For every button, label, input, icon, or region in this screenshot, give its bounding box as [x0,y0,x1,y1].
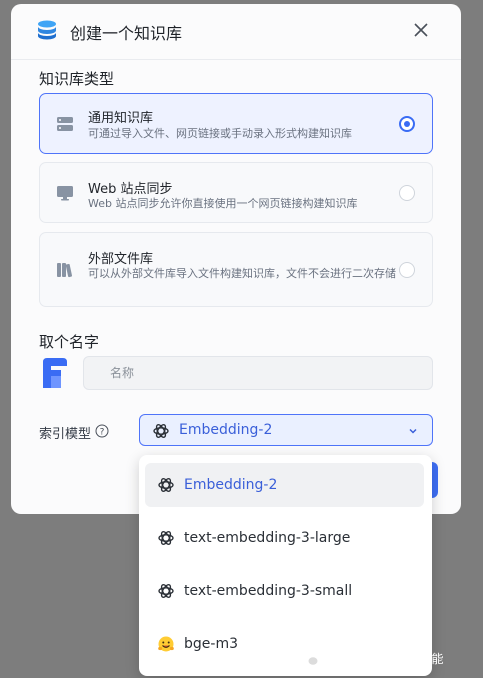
openai-icon [158,478,174,492]
header-divider [11,59,461,60]
model-option-text-embedding-3-small[interactable]: text-embedding-3-small [145,569,424,613]
kb-type-option-external-files[interactable]: 外部文件库 可以从外部文件库导入文件构建知识库，文件不会进行二次存储 [39,232,433,307]
model-option-label: text-embedding-3-small [184,583,353,599]
kb-type-name: Web 站点同步 [88,182,173,197]
close-icon[interactable] [413,22,429,38]
model-dropdown-menu: Embedding-2 text-embedding-3-large text-… [139,455,432,676]
create-knowledge-base-dialog: 创建一个知识库 知识库类型 通用知识库 可通过导入文件、网页链接或手动录入形式构… [11,4,461,514]
kb-type-option-general[interactable]: 通用知识库 可通过导入文件、网页链接或手动录入形式构建知识库 [39,93,433,154]
wechat-icon [302,653,318,665]
name-heading: 取个名字 [39,333,100,351]
model-option-label: Embedding-2 [184,477,278,493]
model-option-embedding-2[interactable]: Embedding-2 [145,463,424,507]
model-option-text-embedding-3-large[interactable]: text-embedding-3-large [145,516,424,560]
model-option-label: text-embedding-3-large [184,530,351,546]
dialog-header: 创建一个知识库 [11,4,461,58]
kb-name-input[interactable] [83,356,433,390]
dialog-title: 创建一个知识库 [70,24,183,43]
kb-type-desc: 可通过导入文件、网页链接或手动录入形式构建知识库 [88,127,352,140]
svg-text:?: ? [100,428,105,438]
openai-icon [158,584,174,598]
help-circle-icon[interactable]: ? [95,424,109,438]
kb-type-name: 通用知识库 [88,111,154,126]
radio-unselected[interactable] [399,185,415,201]
server-icon [57,117,73,131]
radio-selected[interactable] [399,116,415,132]
monitor-icon [57,186,73,201]
kb-type-heading: 知识库类型 [39,70,115,88]
library-icon [57,263,73,278]
index-model-select[interactable]: Embedding-2 [139,414,433,446]
kb-type-name: 外部文件库 [88,252,154,267]
kb-type-option-web-sync[interactable]: Web 站点同步 Web 站点同步允许你直接使用一个网页链接构建知识库 [39,162,433,223]
openai-icon [158,531,174,545]
database-stack-icon [38,20,56,40]
chevron-down-icon [409,428,417,434]
watermark-text: 公众号 · 汀丶人工智能 [324,652,444,666]
kb-type-desc: Web 站点同步允许你直接使用一个网页链接构建知识库 [88,197,358,210]
model-option-label: bge-m3 [184,636,238,652]
kb-type-desc: 可以从外部文件库导入文件构建知识库，文件不会进行二次存储 [88,267,396,280]
openai-icon [153,424,169,438]
kb-avatar-icon[interactable] [41,356,69,390]
index-model-label: 索引模型 [39,427,92,442]
selected-model-value: Embedding-2 [179,422,273,438]
radio-unselected[interactable] [399,262,415,278]
hugging-face-icon [158,636,174,652]
